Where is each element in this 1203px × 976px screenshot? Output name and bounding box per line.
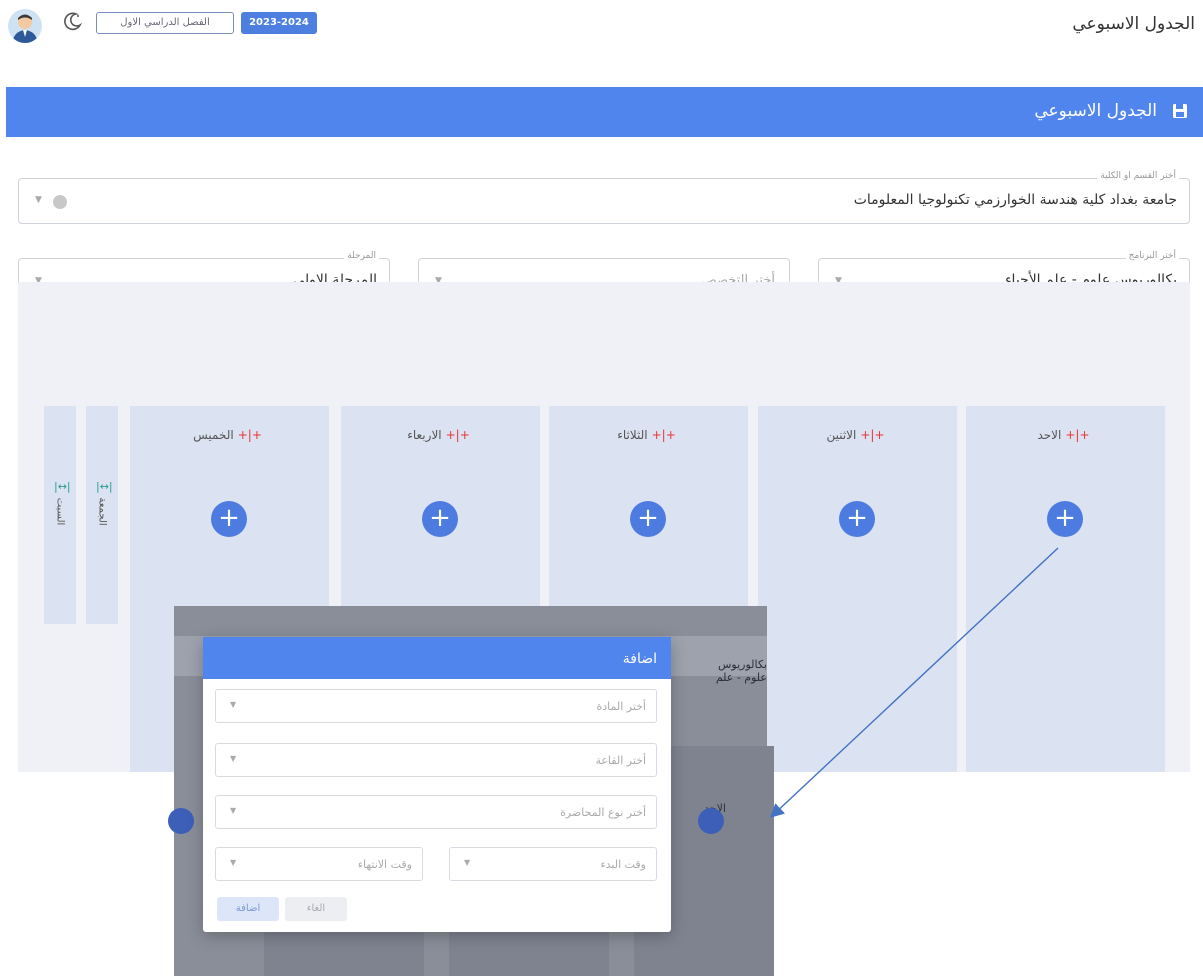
academic-year-badge[interactable]: 2023-2024	[241, 12, 317, 34]
day-label: السبت	[54, 497, 66, 526]
stage-label: المرحلة	[344, 251, 379, 261]
page-title: الجدول الاسبوعي	[1072, 14, 1195, 34]
add-lecture-modal: اضافة أختر المادة ▼ أختر القاعة ▼ أختر ن…	[203, 637, 671, 932]
clear-icon[interactable]	[53, 195, 67, 209]
top-bar: الجدول الاسبوعي الفصل الدراسي الاول 2023…	[0, 0, 1203, 50]
add-lecture-button[interactable]: +	[211, 501, 247, 537]
day-label: الاحد	[1037, 428, 1062, 442]
banner-title: الجدول الاسبوعي	[1034, 101, 1157, 121]
add-lecture-button[interactable]: +	[839, 501, 875, 537]
day-label: الاثنين	[826, 428, 857, 442]
semester-selector-button[interactable]: الفصل الدراسي الاول	[96, 12, 234, 34]
backdrop-program-text: بكالوريوس علوم - علم	[715, 658, 767, 684]
department-value: جامعة بغداد كلية هندسة الخوارزمي تكنولوج…	[853, 192, 1177, 208]
day-label: الخميس	[193, 428, 234, 442]
section-banner: الجدول الاسبوعي	[6, 87, 1203, 137]
program-label: أختر البرنامج	[1125, 251, 1179, 261]
chevron-down-icon: ▼	[230, 700, 237, 709]
start-time-placeholder: وقت البدء	[600, 858, 646, 871]
expand-icon[interactable]: |↔|	[96, 480, 113, 493]
drag-icon[interactable]: +|+	[860, 428, 884, 442]
chevron-down-icon: ▼	[230, 754, 237, 763]
add-lecture-button[interactable]: +	[422, 501, 458, 537]
day-column-saturday: |↔| السبت	[44, 406, 76, 624]
day-label: الثلاثاء	[617, 428, 648, 442]
user-avatar[interactable]	[8, 9, 42, 43]
drag-icon[interactable]: +|+	[446, 428, 470, 442]
department-label: أختر القسم او الكلية	[1097, 171, 1179, 181]
expand-icon[interactable]: |↔|	[54, 480, 71, 493]
day-label: الاربعاء	[407, 428, 442, 442]
drag-icon[interactable]: +|+	[238, 428, 262, 442]
lecture-type-select[interactable]: أختر نوع المحاضرة ▼	[215, 795, 657, 829]
day-label: الجمعة	[96, 497, 108, 526]
material-select[interactable]: أختر المادة ▼	[215, 689, 657, 723]
modal-header: اضافة	[203, 637, 671, 679]
chevron-down-icon: ▼	[230, 858, 237, 867]
chevron-down-icon: ▼	[464, 858, 471, 867]
chevron-down-icon: ▼	[35, 195, 42, 205]
backdrop-add-button	[168, 808, 194, 834]
day-column-sunday: +|+الاحد +	[966, 406, 1165, 772]
chevron-down-icon: ▼	[230, 806, 237, 815]
hall-placeholder: أختر القاعة	[595, 754, 646, 767]
add-lecture-button[interactable]: +	[630, 501, 666, 537]
end-time-select[interactable]: وقت الانتهاء ▼	[215, 847, 423, 881]
modal-add-button[interactable]: اضافة	[217, 897, 279, 921]
end-time-placeholder: وقت الانتهاء	[357, 858, 412, 871]
save-icon	[1171, 102, 1189, 120]
material-placeholder: أختر المادة	[596, 700, 646, 713]
department-select[interactable]: أختر القسم او الكلية جامعة بغداد كلية هن…	[18, 171, 1190, 224]
add-lecture-button[interactable]: +	[1047, 501, 1083, 537]
modal-title: اضافة	[622, 651, 657, 667]
lecture-type-placeholder: أختر نوع المحاضرة	[560, 806, 646, 819]
theme-toggle-icon[interactable]	[62, 10, 84, 32]
day-column-friday: |↔| الجمعة	[86, 406, 118, 624]
start-time-select[interactable]: وقت البدء ▼	[449, 847, 657, 881]
drag-icon[interactable]: +|+	[1065, 428, 1089, 442]
hall-select[interactable]: أختر القاعة ▼	[215, 743, 657, 777]
backdrop-add-button	[698, 808, 724, 834]
modal-cancel-button[interactable]: الغاء	[285, 897, 347, 921]
drag-icon[interactable]: +|+	[652, 428, 676, 442]
day-column-monday: +|+الاثنين +	[758, 406, 957, 772]
